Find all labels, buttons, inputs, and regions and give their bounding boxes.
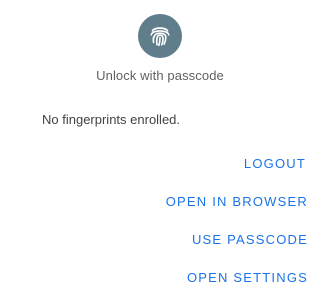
dialog-title: Unlock with passcode bbox=[96, 68, 224, 83]
open-settings-button[interactable]: OPEN SETTINGS bbox=[183, 262, 312, 294]
open-in-browser-button[interactable]: OPEN IN BROWSER bbox=[162, 186, 312, 218]
logout-button[interactable]: LOGOUT bbox=[240, 148, 310, 180]
dialog-message: No fingerprints enrolled. bbox=[42, 112, 181, 127]
use-passcode-button[interactable]: USE PASSCODE bbox=[188, 224, 312, 256]
fingerprint-icon bbox=[138, 14, 182, 58]
unlock-dialog: Unlock with passcode No fingerprints enr… bbox=[0, 0, 320, 297]
